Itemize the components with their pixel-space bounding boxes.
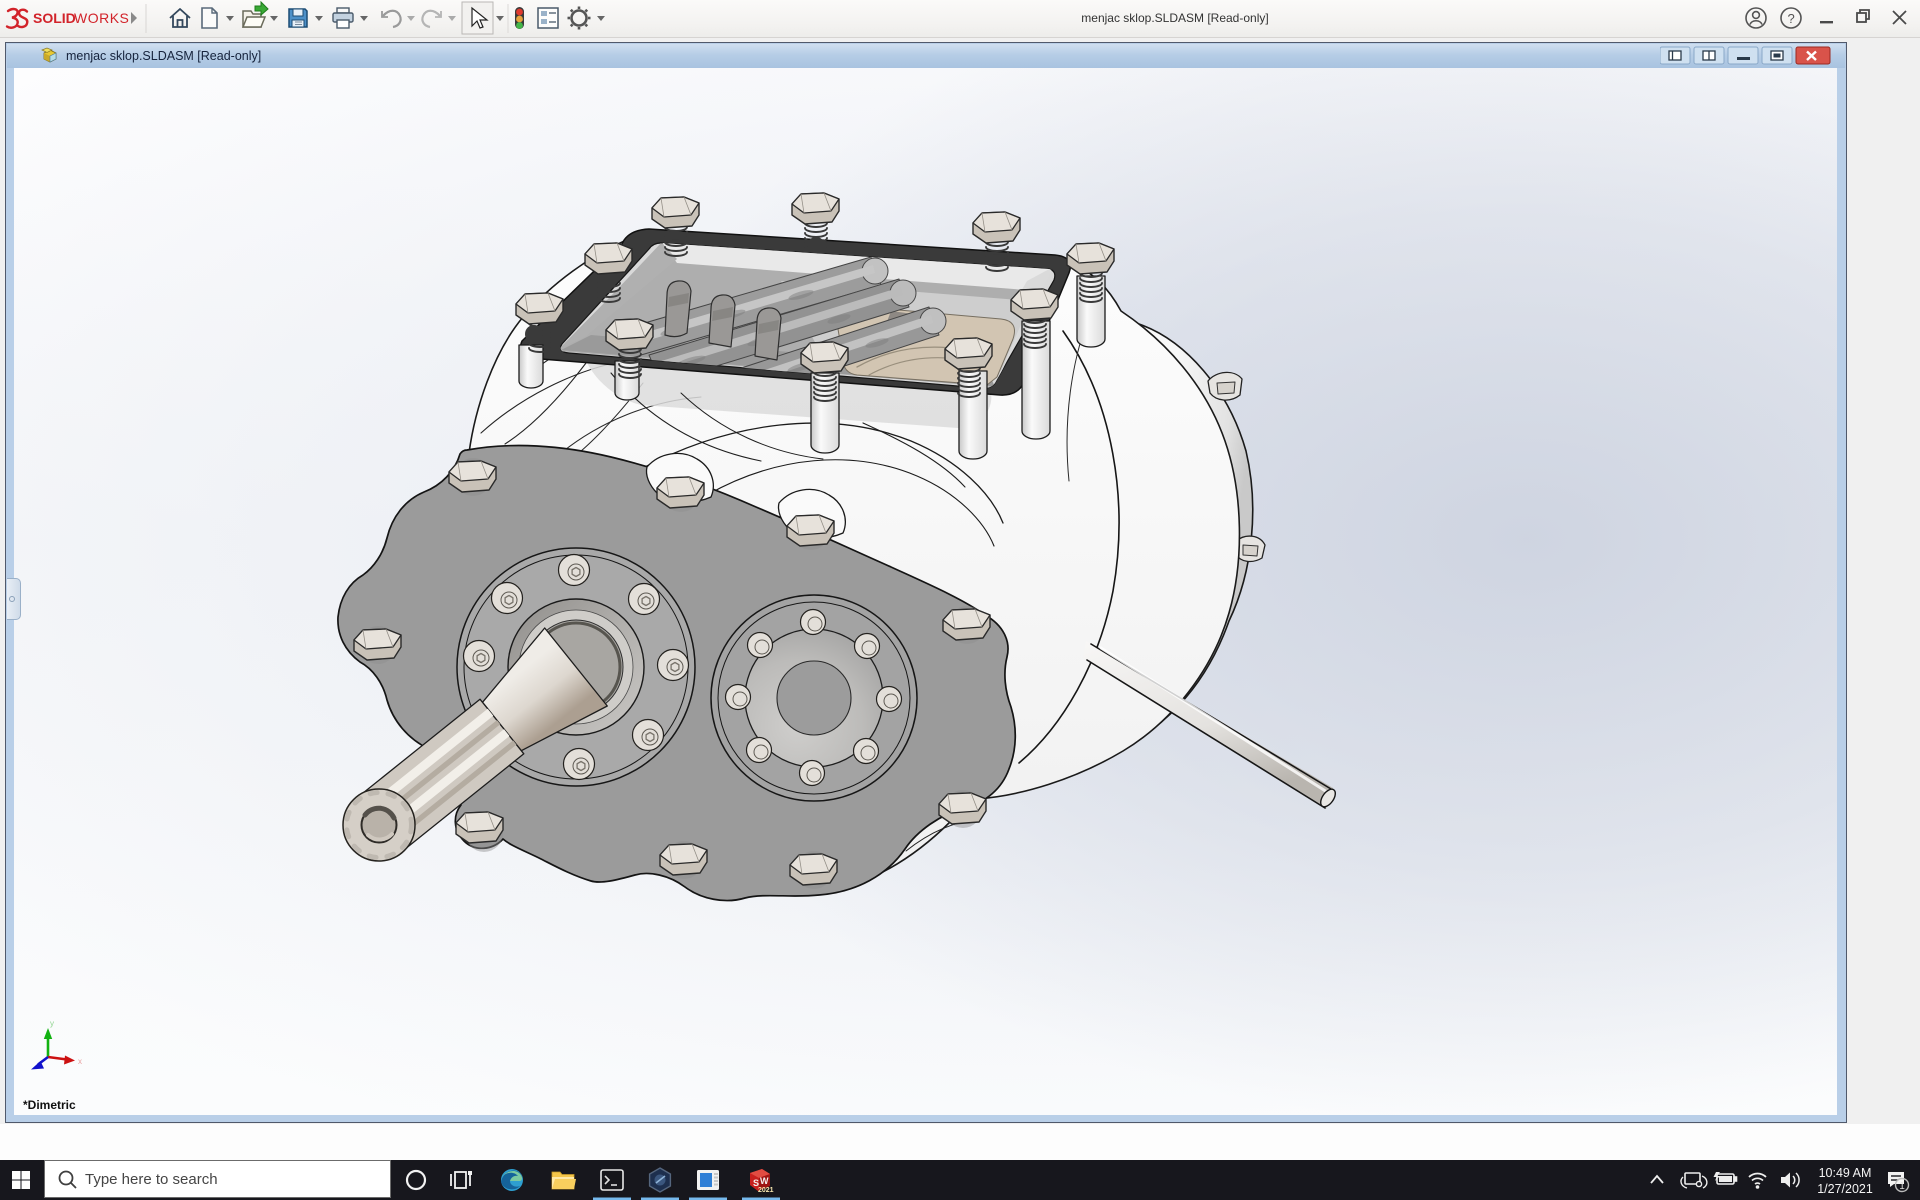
svg-text:SOLID: SOLID — [33, 10, 76, 26]
svg-text:1/27/2021: 1/27/2021 — [1817, 1182, 1873, 1196]
svg-text:10:49 AM: 10:49 AM — [1819, 1166, 1872, 1180]
svg-text:2021: 2021 — [758, 1187, 774, 1194]
svg-text:y: y — [50, 1019, 54, 1028]
svg-text:W: W — [760, 1176, 769, 1186]
svg-text:x: x — [78, 1057, 82, 1066]
svg-text:?: ? — [1788, 11, 1795, 26]
svg-text:WORKS: WORKS — [74, 10, 129, 26]
svg-text:1: 1 — [1899, 1181, 1905, 1192]
